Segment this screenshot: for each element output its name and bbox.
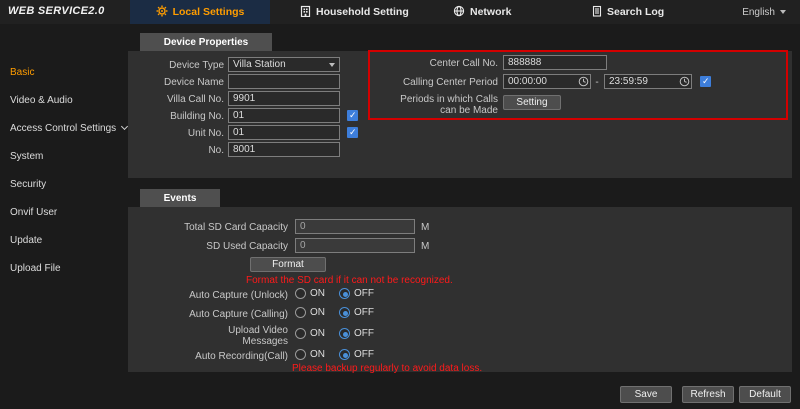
device-properties-tab[interactable]: Device Properties bbox=[140, 33, 272, 51]
sidebar-item-upload-file[interactable]: Upload File bbox=[0, 256, 128, 282]
chevron-down-icon bbox=[780, 10, 786, 14]
sidebar-item-security[interactable]: Security bbox=[0, 172, 128, 198]
period-end-field bbox=[604, 74, 692, 89]
tab-label: Household Setting bbox=[316, 6, 409, 18]
language-selector[interactable]: English bbox=[742, 0, 786, 24]
building-no-checkbox[interactable] bbox=[347, 110, 358, 121]
sidebar-item-system[interactable]: System bbox=[0, 144, 128, 170]
auto-recording-call-toggle: ON OFF bbox=[295, 349, 374, 360]
tab-household-setting[interactable]: Household Setting bbox=[290, 0, 419, 24]
total-sd-capacity-input bbox=[295, 219, 415, 234]
events-tab[interactable]: Events bbox=[140, 189, 220, 207]
tab-label: Local Settings bbox=[173, 6, 245, 18]
setting-button[interactable]: Setting bbox=[503, 95, 561, 110]
sd-used-unit: M bbox=[421, 241, 433, 252]
default-button[interactable]: Default bbox=[739, 386, 791, 403]
tab-label: Network bbox=[470, 6, 511, 18]
radio-on[interactable] bbox=[295, 288, 306, 299]
calling-center-period-checkbox[interactable] bbox=[700, 76, 711, 87]
no-input[interactable] bbox=[228, 142, 340, 157]
upload-video-messages-toggle: ON OFF bbox=[295, 328, 374, 339]
radio-on[interactable] bbox=[295, 328, 306, 339]
center-call-no-label: Center Call No. bbox=[388, 58, 498, 69]
building-no-label: Building No. bbox=[128, 111, 224, 122]
villa-call-no-label: Villa Call No. bbox=[128, 94, 224, 105]
villa-call-no-input[interactable] bbox=[228, 91, 340, 106]
clock-icon[interactable] bbox=[578, 76, 589, 90]
sidebar-item-update[interactable]: Update bbox=[0, 228, 128, 254]
upload-video-messages-label: Upload Video Messages bbox=[208, 325, 288, 347]
tab-network[interactable]: Network bbox=[443, 0, 521, 24]
refresh-button[interactable]: Refresh bbox=[682, 386, 734, 403]
log-document-icon bbox=[592, 5, 602, 20]
sidebar-item-onvif-user[interactable]: Onvif User bbox=[0, 200, 128, 226]
radio-on[interactable] bbox=[295, 307, 306, 318]
save-button[interactable]: Save bbox=[620, 386, 672, 403]
tab-search-log[interactable]: Search Log bbox=[582, 0, 674, 24]
radio-off[interactable] bbox=[339, 328, 350, 339]
tab-label: Search Log bbox=[607, 6, 664, 18]
auto-capture-unlock-label: Auto Capture (Unlock) bbox=[140, 290, 288, 301]
total-sd-capacity-label: Total SD Card Capacity bbox=[140, 222, 288, 233]
unit-no-input[interactable] bbox=[228, 125, 340, 140]
periods-calls-label: Periods in which Calls can be Made bbox=[390, 94, 498, 116]
top-bar: WEB SERVICE2.0 Local Settings bbox=[0, 0, 800, 24]
no-label: No. bbox=[128, 145, 224, 156]
calling-center-period-label: Calling Center Period bbox=[388, 77, 498, 88]
center-call-no-input[interactable] bbox=[503, 55, 607, 70]
format-warning-text: Format the SD card if it can not be reco… bbox=[246, 275, 453, 286]
sd-used-capacity-label: SD Used Capacity bbox=[140, 241, 288, 252]
unit-no-checkbox[interactable] bbox=[347, 127, 358, 138]
auto-capture-calling-label: Auto Capture (Calling) bbox=[140, 309, 288, 320]
radio-off[interactable] bbox=[339, 349, 350, 360]
period-start-field bbox=[503, 74, 591, 89]
unit-no-label: Unit No. bbox=[128, 128, 224, 139]
chevron-down-icon bbox=[329, 63, 335, 67]
device-name-input[interactable] bbox=[228, 74, 340, 89]
auto-recording-call-label: Auto Recording(Call) bbox=[140, 351, 288, 362]
radio-off[interactable] bbox=[339, 307, 350, 318]
radio-on[interactable] bbox=[295, 349, 306, 360]
language-label: English bbox=[742, 7, 775, 18]
sidebar-item-access-control-settings[interactable]: Access Control Settings bbox=[0, 116, 128, 142]
radio-off[interactable] bbox=[339, 288, 350, 299]
auto-capture-unlock-toggle: ON OFF bbox=[295, 288, 374, 299]
device-type-label: Device Type bbox=[128, 60, 224, 71]
gear-icon bbox=[156, 5, 168, 20]
tab-local-settings[interactable]: Local Settings bbox=[130, 0, 270, 24]
total-sd-unit: M bbox=[421, 222, 433, 233]
clock-icon[interactable] bbox=[679, 76, 690, 90]
building-no-input[interactable] bbox=[228, 108, 340, 123]
globe-icon bbox=[453, 5, 465, 20]
sidebar-item-video-audio[interactable]: Video & Audio bbox=[0, 88, 128, 114]
format-button[interactable]: Format bbox=[250, 257, 326, 272]
sd-used-capacity-input bbox=[295, 238, 415, 253]
building-icon bbox=[300, 5, 311, 20]
app-logo: WEB SERVICE2.0 bbox=[8, 5, 105, 17]
period-separator: - bbox=[594, 77, 600, 88]
auto-capture-calling-toggle: ON OFF bbox=[295, 307, 374, 318]
sidebar-item-basic[interactable]: Basic bbox=[0, 60, 128, 86]
device-type-select[interactable]: Villa Station bbox=[228, 57, 340, 72]
backup-warning-text: Please backup regularly to avoid data lo… bbox=[292, 363, 482, 374]
device-name-label: Device Name bbox=[128, 77, 224, 88]
